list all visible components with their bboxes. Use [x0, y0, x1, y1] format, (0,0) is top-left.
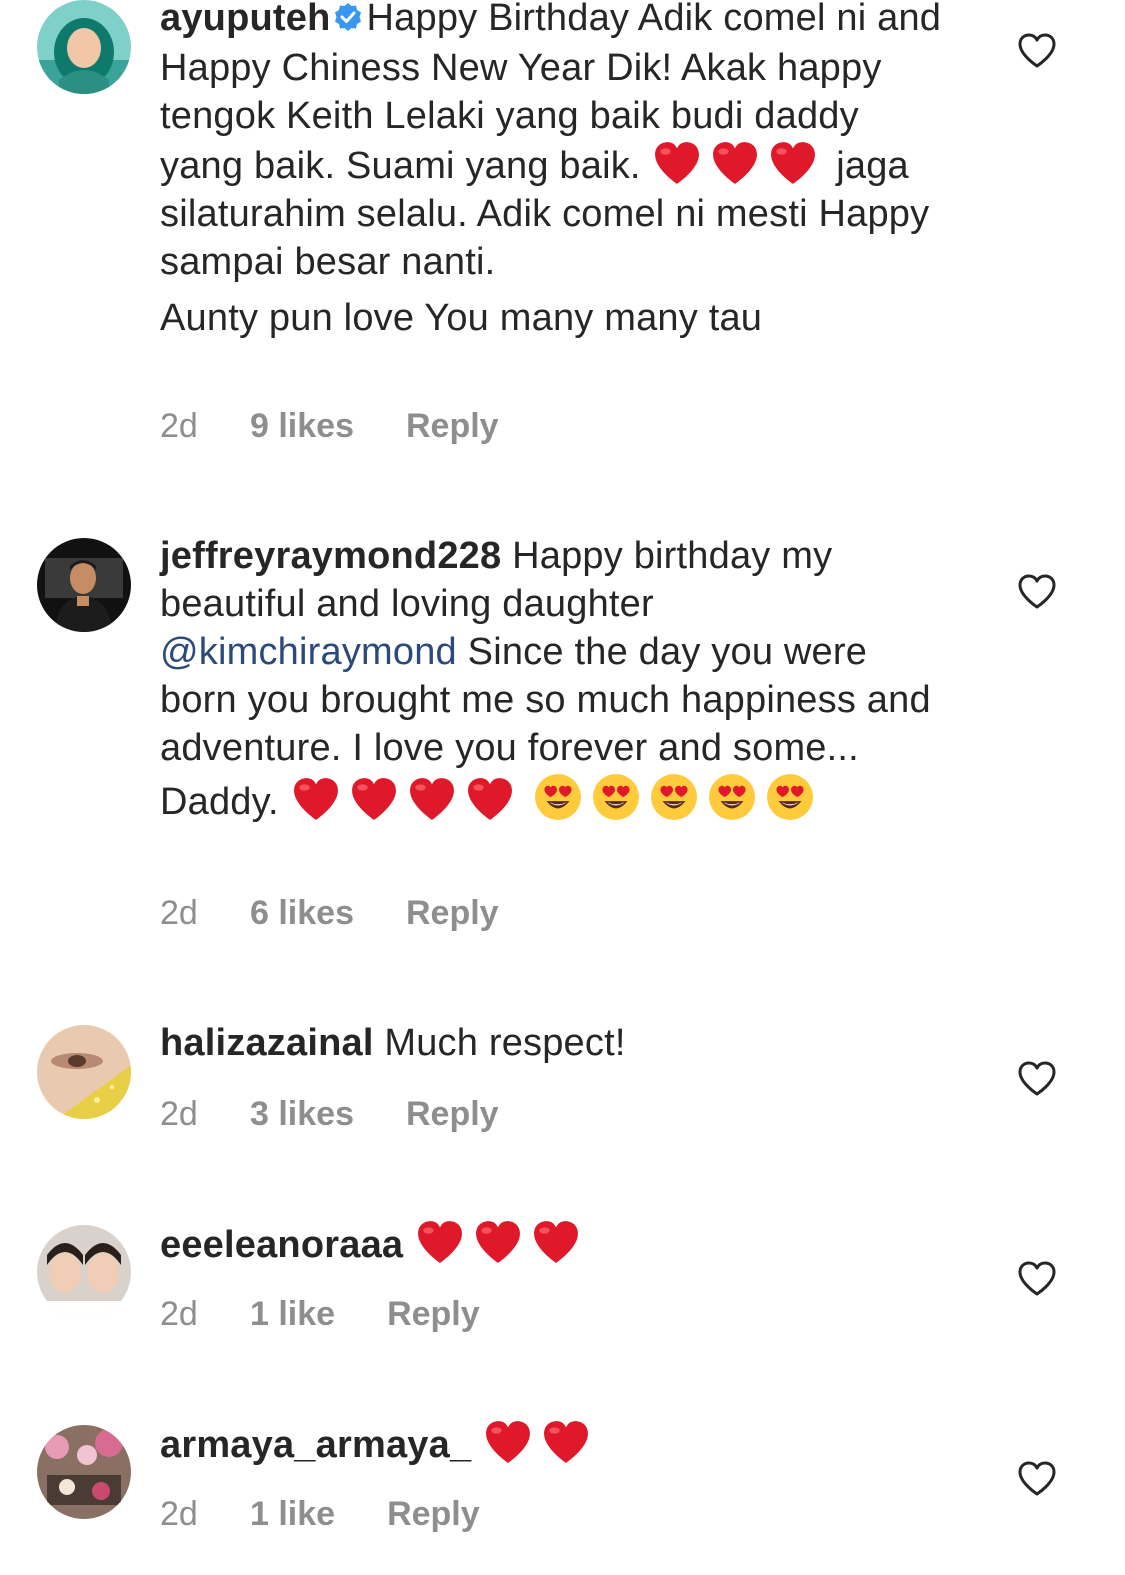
comment-username[interactable]: armaya_armaya_	[160, 1424, 471, 1466]
comment-text: ayuputeh Happy Birthday Adik comel ni and…	[160, 0, 950, 286]
reply-button[interactable]: Reply	[387, 1295, 480, 1334]
red-heart-emoji	[414, 1219, 466, 1265]
red-heart-emoji	[482, 1419, 534, 1465]
comment-time: 2d	[160, 1095, 198, 1133]
likes-count[interactable]: 1 like	[250, 1295, 335, 1334]
comment-time: 2d	[160, 1495, 198, 1533]
comment-username[interactable]: jeffreyraymond228	[160, 535, 501, 577]
heart-eyes-emoji	[648, 772, 700, 822]
likes-count[interactable]: 3 likes	[250, 1095, 354, 1134]
comment-body: Much respect!	[384, 1022, 626, 1064]
comment-username[interactable]: ayuputeh	[160, 0, 331, 39]
avatar[interactable]	[37, 1025, 131, 1119]
red-heart-emoji	[767, 140, 819, 186]
reply-button[interactable]: Reply	[406, 407, 499, 446]
likes-count[interactable]: 1 like	[250, 1495, 335, 1534]
comment-text: armaya_armaya_	[160, 1419, 950, 1469]
comment-text: halizazainal Much respect!	[160, 1019, 950, 1067]
red-heart-emoji	[472, 1219, 524, 1265]
reply-button[interactable]: Reply	[387, 1495, 480, 1534]
red-heart-emoji	[709, 140, 761, 186]
comment-meta: 2d 1 like Reply	[160, 1495, 480, 1534]
like-heart-icon[interactable]	[1016, 572, 1058, 610]
avatar[interactable]	[37, 0, 131, 94]
red-heart-emoji	[530, 1219, 582, 1265]
heart-eyes-emoji	[532, 772, 584, 822]
heart-eyes-emoji	[590, 772, 642, 822]
avatar[interactable]	[37, 538, 131, 632]
comment-text: jeffreyraymond228 Happy birthday my beau…	[160, 532, 950, 826]
heart-eyes-emoji	[764, 772, 816, 822]
comment-text: eeeleanoraaa	[160, 1219, 950, 1269]
red-heart-emoji	[651, 140, 703, 186]
comment-meta: 2d 1 like Reply	[160, 1295, 480, 1334]
comment-time: 2d	[160, 894, 198, 932]
reply-button[interactable]: Reply	[406, 1095, 499, 1134]
avatar[interactable]	[37, 1425, 131, 1519]
comment-text: Aunty pun love You many many tau	[160, 294, 950, 342]
comment-time: 2d	[160, 1295, 198, 1333]
reply-button[interactable]: Reply	[406, 894, 499, 933]
comment-meta: 2d 3 likes Reply	[160, 1095, 499, 1134]
mention-link[interactable]: @kimchiraymond	[160, 631, 457, 673]
comment-body: Aunty pun love You many many tau	[160, 297, 763, 339]
red-heart-emoji	[290, 776, 342, 822]
avatar[interactable]	[37, 1225, 131, 1319]
like-heart-icon[interactable]	[1016, 1059, 1058, 1097]
verified-badge-icon	[333, 0, 363, 44]
like-heart-icon[interactable]	[1016, 31, 1058, 69]
heart-eyes-emoji	[706, 772, 758, 822]
red-heart-emoji	[464, 776, 516, 822]
comment-meta: 2d 9 likes Reply	[160, 407, 499, 446]
red-heart-emoji	[406, 776, 458, 822]
comment-username[interactable]: eeeleanoraaa	[160, 1224, 403, 1266]
likes-count[interactable]: 6 likes	[250, 894, 354, 933]
comment-username[interactable]: halizazainal	[160, 1022, 374, 1064]
likes-count[interactable]: 9 likes	[250, 407, 354, 446]
comment-time: 2d	[160, 407, 198, 445]
comment-meta: 2d 6 likes Reply	[160, 894, 499, 933]
red-heart-emoji	[348, 776, 400, 822]
red-heart-emoji	[540, 1419, 592, 1465]
like-heart-icon[interactable]	[1016, 1459, 1058, 1497]
like-heart-icon[interactable]	[1016, 1259, 1058, 1297]
